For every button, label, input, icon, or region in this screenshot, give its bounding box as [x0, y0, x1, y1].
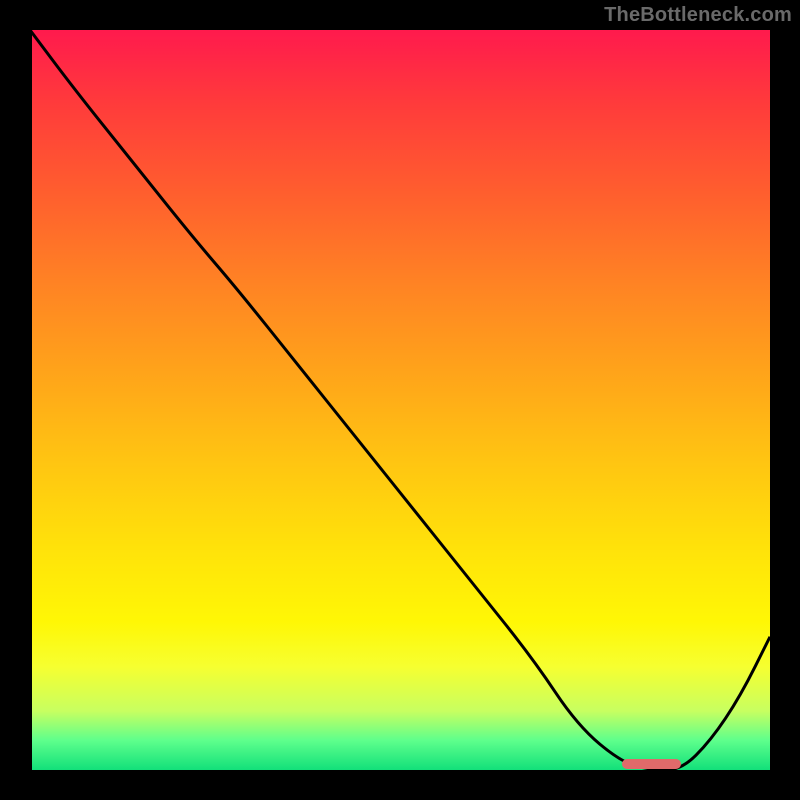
x-axis	[27, 770, 775, 775]
bottleneck-chart: TheBottleneck.com	[0, 0, 800, 800]
y-axis	[27, 25, 32, 775]
watermark-text: TheBottleneck.com	[604, 4, 792, 27]
curve-layer	[30, 30, 770, 770]
bottleneck-curve-path	[30, 30, 770, 770]
optimal-range-marker	[622, 759, 681, 769]
